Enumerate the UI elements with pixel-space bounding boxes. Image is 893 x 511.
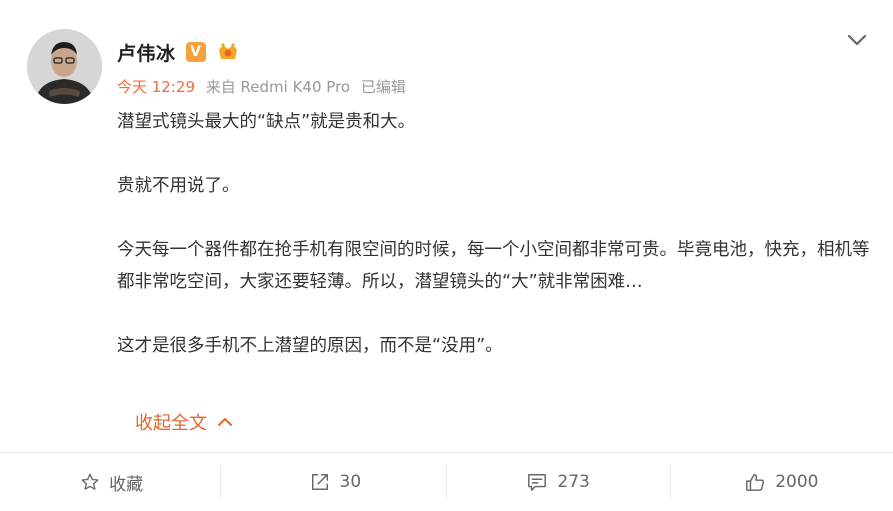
author-row: 卢伟冰 V bbox=[117, 38, 240, 66]
edited-label[interactable]: 已编辑 bbox=[361, 78, 406, 96]
post-time[interactable]: 今天 12:29 bbox=[117, 78, 195, 96]
comment-icon bbox=[528, 474, 547, 491]
share-icon bbox=[311, 474, 328, 490]
collapse-label: 收起全文 bbox=[135, 413, 207, 434]
chevron-up-icon bbox=[218, 418, 232, 426]
author-name[interactable]: 卢伟冰 bbox=[117, 39, 176, 66]
thumbs-up-icon bbox=[746, 474, 765, 491]
post-paragraph: 贵就不用说了。 bbox=[117, 176, 240, 196]
avatar[interactable] bbox=[27, 29, 102, 104]
post-paragraph: 这才是很多手机不上潜望的原因，而不是“没用”。 bbox=[117, 336, 503, 356]
action-separator bbox=[220, 465, 221, 499]
more-options-button[interactable] bbox=[844, 30, 870, 50]
post-source: 来自 Redmi K40 Pro bbox=[205, 78, 351, 96]
favorite-label: 收藏 bbox=[109, 474, 144, 495]
action-bar: 收藏 30 273 2000 bbox=[0, 453, 893, 511]
comment-button[interactable]: 273 bbox=[447, 453, 670, 511]
repost-count: 30 bbox=[339, 472, 362, 492]
post-paragraph: 潜望式镜头最大的“缺点”就是贵和大。 bbox=[117, 112, 416, 132]
favorite-button[interactable]: 收藏 bbox=[0, 453, 223, 511]
post-meta: 今天 12:29 来自 Redmi K40 Pro 已编辑 bbox=[117, 76, 412, 97]
collapse-text-button[interactable]: 收起全文 bbox=[135, 409, 233, 435]
weibo-post-card: 卢伟冰 V 今天 12:29 来自 Redmi K40 Pro 已编辑 潜望式镜… bbox=[0, 0, 893, 511]
post-content: 潜望式镜头最大的“缺点”就是贵和大。 贵就不用说了。 今天每一个器件都在抢手机有… bbox=[117, 106, 877, 362]
like-count: 2000 bbox=[775, 472, 819, 492]
vip-badge-icon bbox=[216, 42, 240, 62]
like-button[interactable]: 2000 bbox=[670, 453, 893, 511]
chevron-down-icon bbox=[847, 34, 867, 46]
verified-badge: V bbox=[185, 42, 206, 62]
star-icon bbox=[81, 473, 99, 490]
post-paragraph: 今天每一个器件都在抢手机有限空间的时候，每一个小空间都非常可贵。毕竟电池，快充，… bbox=[117, 240, 870, 292]
repost-button[interactable]: 30 bbox=[223, 453, 446, 511]
comment-count: 273 bbox=[557, 472, 590, 492]
